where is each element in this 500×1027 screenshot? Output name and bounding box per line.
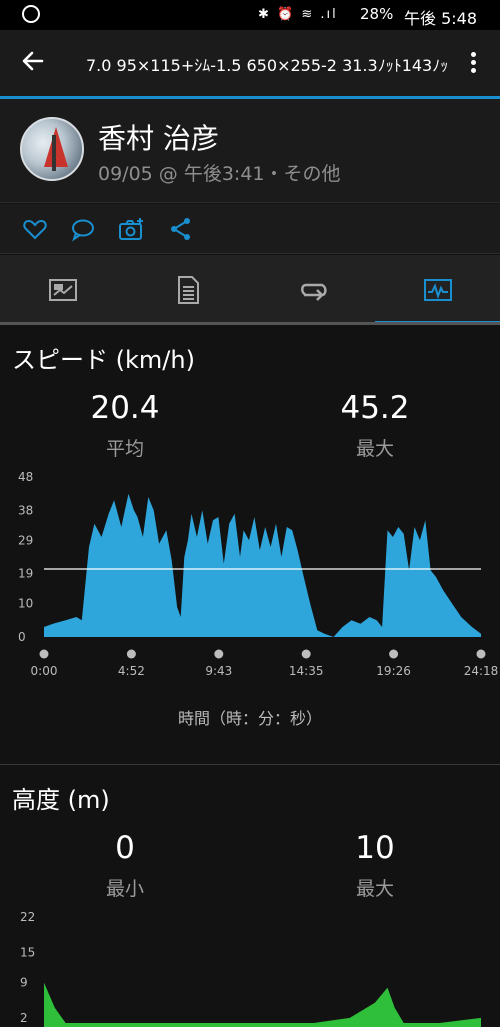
tab-bar-underline [0, 322, 500, 325]
share-icon[interactable] [168, 216, 196, 244]
speed-max-label: 最大 [355, 438, 394, 460]
messenger-icon [22, 5, 40, 23]
x-tick-dot [389, 649, 399, 659]
section-divider [0, 764, 500, 765]
tab-bar [0, 255, 500, 325]
comment-icon[interactable] [70, 216, 98, 244]
elevation-section-title: 高度 (m) [12, 786, 110, 814]
back-arrow-icon[interactable] [20, 48, 50, 78]
y-tick-label: 9 [20, 976, 28, 990]
laps-loop-icon [301, 283, 327, 301]
y-tick-label: 10 [18, 597, 33, 611]
activity-meta: 09/05 @ 午後3:41・その他 [98, 163, 341, 185]
clock: 午後 5:48 [404, 9, 478, 28]
speed-max-value: 45.2 [340, 390, 410, 426]
avatar[interactable] [20, 117, 84, 181]
activity-title: 7.0 95×115+ｼﾑ-1.5 650×255-2 31.3ﾉｯﾄ143ﾉｯ… [86, 56, 450, 75]
x-tick-dot [126, 649, 136, 659]
y-tick-label: 2 [20, 1011, 28, 1025]
user-name[interactable]: 香村 治彦 [98, 117, 219, 157]
battery-level: 28% [360, 5, 394, 23]
x-tick-label: 19:26 [376, 664, 411, 678]
tab-summary[interactable] [0, 255, 125, 325]
x-tick-dot [476, 649, 486, 659]
status-bar: ✱ ⏰ ≋ .ıl 28% 午後 5:48 [0, 0, 500, 30]
x-tick-dot [39, 649, 49, 659]
speed-average-value: 20.4 [90, 390, 160, 426]
y-tick-label: 19 [18, 567, 33, 581]
speed-x-axis-label: 時間（時：分：秒） [177, 709, 322, 728]
speed-area [44, 493, 481, 637]
y-tick-label: 38 [18, 503, 33, 517]
x-tick-label: 14:35 [289, 664, 324, 678]
y-tick-label: 29 [18, 533, 33, 547]
speed-section-title: スピード (km/h) [12, 346, 195, 374]
speed-average-label: 平均 [105, 438, 144, 460]
x-tick-dot [301, 649, 311, 659]
tab-charts[interactable] [375, 255, 500, 325]
x-tick-label: 4:52 [118, 664, 145, 678]
x-tick-label: 24:18 [464, 664, 499, 678]
details-list-icon [178, 276, 199, 304]
action-bar [0, 204, 500, 254]
app-bar: 7.0 95×115+ｼﾑ-1.5 650×255-2 31.3ﾉｯﾄ143ﾉｯ… [0, 30, 500, 98]
y-tick-label: 48 [18, 470, 33, 484]
elevation-chart[interactable]: 2 9 15 22 [0, 900, 500, 1027]
elevation-max-label: 最大 [355, 878, 394, 900]
speed-chart[interactable]: 0 10 19 29 38 48 0:00 4:52 9:43 14:35 19:26 24:18 [0, 460, 500, 690]
profile-header: 香村 治彦 09/05 @ 午後3:41・その他 [0, 99, 500, 203]
camera-add-icon[interactable] [118, 216, 146, 244]
heart-icon[interactable] [22, 216, 50, 244]
charts-icon [424, 279, 452, 301]
x-tick-dot [214, 649, 224, 659]
elevation-max-value: 10 [355, 830, 395, 866]
summary-flag-icon [49, 279, 77, 301]
tab-laps[interactable] [250, 255, 375, 325]
elevation-min-label: 最小 [105, 878, 144, 900]
elevation-area [44, 982, 481, 1027]
tab-details[interactable] [125, 255, 250, 325]
elevation-min-value: 0 [115, 830, 135, 866]
x-tick-label: 9:43 [205, 664, 232, 678]
y-tick-label: 15 [20, 945, 35, 959]
more-options-icon[interactable] [466, 50, 480, 78]
status-icons: ✱ ⏰ ≋ .ıl [258, 7, 338, 22]
y-tick-label: 0 [18, 630, 26, 644]
y-tick-label: 22 [20, 910, 35, 924]
x-tick-label: 0:00 [31, 664, 58, 678]
